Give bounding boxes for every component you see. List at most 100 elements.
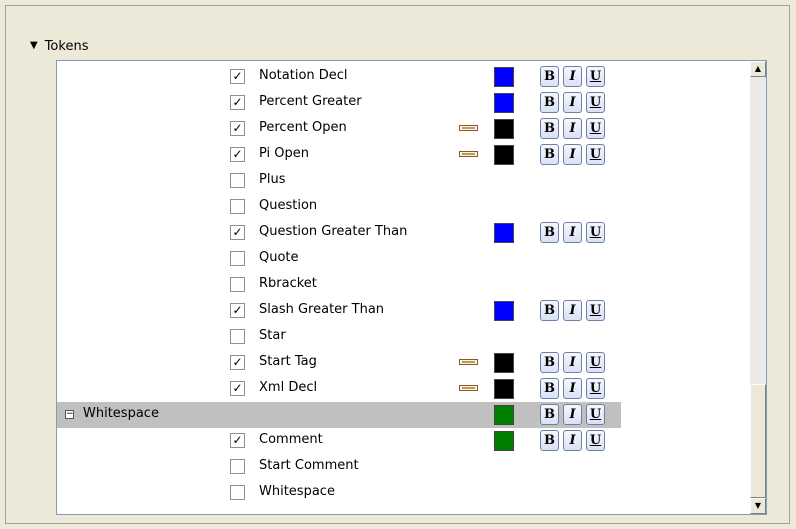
underline-button[interactable]: U <box>586 92 605 113</box>
vertical-scrollbar[interactable]: ▲ ▼ <box>750 61 766 514</box>
token-checkbox[interactable]: ✓ <box>230 147 245 162</box>
group-label: Whitespace <box>83 406 159 421</box>
color-swatch[interactable] <box>494 119 514 139</box>
token-row[interactable]: Rbracket <box>57 272 621 298</box>
scroll-up-button[interactable]: ▲ <box>750 61 766 77</box>
color-swatch[interactable] <box>494 145 514 165</box>
italic-button[interactable]: I <box>563 66 582 87</box>
pencil-icon[interactable] <box>459 125 478 131</box>
bold-button[interactable]: B <box>540 92 559 113</box>
token-row[interactable]: ✓ Slash Greater Than B I U <box>57 298 621 324</box>
underline-button[interactable]: U <box>586 66 605 87</box>
token-checkbox[interactable]: ✓ <box>230 69 245 84</box>
token-label: Question Greater Than <box>259 224 408 239</box>
italic-button[interactable]: I <box>563 144 582 165</box>
token-row[interactable]: ✓ Percent Greater B I U <box>57 90 621 116</box>
scroll-down-button[interactable]: ▼ <box>750 498 766 514</box>
token-label: Notation Decl <box>259 68 348 83</box>
bold-button[interactable]: B <box>540 404 559 425</box>
triangle-down-icon[interactable]: ▼ <box>30 41 38 51</box>
token-row[interactable]: ✓ Xml Decl B I U <box>57 376 621 402</box>
token-tree: ✓ Notation Decl B I U ✓ Percent Greater B I U ✓ Per… <box>56 60 767 515</box>
token-label: Question <box>259 198 318 213</box>
token-checkbox[interactable]: ✓ <box>230 355 245 370</box>
token-checkbox[interactable]: ✓ <box>230 225 245 240</box>
token-row[interactable]: ✓ Comment B I U <box>57 428 621 454</box>
underline-button[interactable]: U <box>586 378 605 399</box>
token-checkbox[interactable] <box>230 485 245 500</box>
token-label: Percent Open <box>259 120 347 135</box>
arrow-up-icon: ▲ <box>754 64 762 73</box>
pencil-icon[interactable] <box>459 359 478 365</box>
token-checkbox[interactable] <box>230 251 245 266</box>
token-row[interactable]: Whitespace <box>57 480 621 506</box>
underline-button[interactable]: U <box>586 430 605 451</box>
token-label: Plus <box>259 172 286 187</box>
token-checkbox[interactable] <box>230 199 245 214</box>
bold-button[interactable]: B <box>540 66 559 87</box>
bold-button[interactable]: B <box>540 144 559 165</box>
italic-button[interactable]: I <box>563 118 582 139</box>
pencil-icon[interactable] <box>459 151 478 157</box>
token-checkbox[interactable]: ✓ <box>230 433 245 448</box>
underline-button[interactable]: U <box>586 222 605 243</box>
token-row[interactable]: ✓ Percent Open B I U <box>57 116 621 142</box>
token-checkbox[interactable]: ✓ <box>230 303 245 318</box>
color-swatch[interactable] <box>494 301 514 321</box>
tokens-section-header[interactable]: ▼ Tokens <box>30 36 88 56</box>
token-label: Percent Greater <box>259 94 362 109</box>
token-checkbox[interactable] <box>230 173 245 188</box>
token-row[interactable]: ✓ Question Greater Than B I U <box>57 220 621 246</box>
color-swatch[interactable] <box>494 223 514 243</box>
token-row[interactable]: Question <box>57 194 621 220</box>
underline-button[interactable]: U <box>586 118 605 139</box>
token-row[interactable]: ✓ Pi Open B I U <box>57 142 621 168</box>
section-title: Tokens <box>44 38 89 54</box>
italic-button[interactable]: I <box>563 352 582 373</box>
color-swatch[interactable] <box>494 431 514 451</box>
token-row[interactable]: ✓ Notation Decl B I U <box>57 64 621 90</box>
color-swatch[interactable] <box>494 67 514 87</box>
underline-button[interactable]: U <box>586 352 605 373</box>
pencil-icon[interactable] <box>459 385 478 391</box>
token-checkbox[interactable] <box>230 277 245 292</box>
underline-button[interactable]: U <box>586 404 605 425</box>
color-swatch[interactable] <box>494 379 514 399</box>
bold-button[interactable]: B <box>540 430 559 451</box>
collapse-icon[interactable]: − <box>65 410 74 419</box>
token-checkbox[interactable] <box>230 459 245 474</box>
bold-button[interactable]: B <box>540 222 559 243</box>
token-row[interactable]: Star <box>57 324 621 350</box>
token-row[interactable]: Plus <box>57 168 621 194</box>
italic-button[interactable]: I <box>563 378 582 399</box>
italic-button[interactable]: I <box>563 222 582 243</box>
token-label: Star <box>259 328 286 343</box>
token-label: Comment <box>259 432 323 447</box>
italic-button[interactable]: I <box>563 430 582 451</box>
bold-button[interactable]: B <box>540 118 559 139</box>
scroll-thumb[interactable] <box>750 384 766 498</box>
underline-button[interactable]: U <box>586 144 605 165</box>
italic-button[interactable]: I <box>563 404 582 425</box>
underline-button[interactable]: U <box>586 300 605 321</box>
token-checkbox[interactable]: ✓ <box>230 95 245 110</box>
arrow-down-icon: ▼ <box>754 501 762 510</box>
token-label: Start Tag <box>259 354 317 369</box>
bold-button[interactable]: B <box>540 378 559 399</box>
token-checkbox[interactable] <box>230 329 245 344</box>
color-swatch[interactable] <box>494 353 514 373</box>
color-swatch[interactable] <box>494 405 514 425</box>
token-row[interactable]: ✓ Start Tag B I U <box>57 350 621 376</box>
group-row[interactable]: − Whitespace B I U <box>57 402 621 428</box>
color-swatch[interactable] <box>494 93 514 113</box>
italic-button[interactable]: I <box>563 300 582 321</box>
token-checkbox[interactable]: ✓ <box>230 121 245 136</box>
token-row[interactable]: Quote <box>57 246 621 272</box>
token-label: Start Comment <box>259 458 359 473</box>
token-checkbox[interactable]: ✓ <box>230 381 245 396</box>
italic-button[interactable]: I <box>563 92 582 113</box>
bold-button[interactable]: B <box>540 352 559 373</box>
token-row[interactable]: Start Comment <box>57 454 621 480</box>
token-label: Xml Decl <box>259 380 318 395</box>
bold-button[interactable]: B <box>540 300 559 321</box>
